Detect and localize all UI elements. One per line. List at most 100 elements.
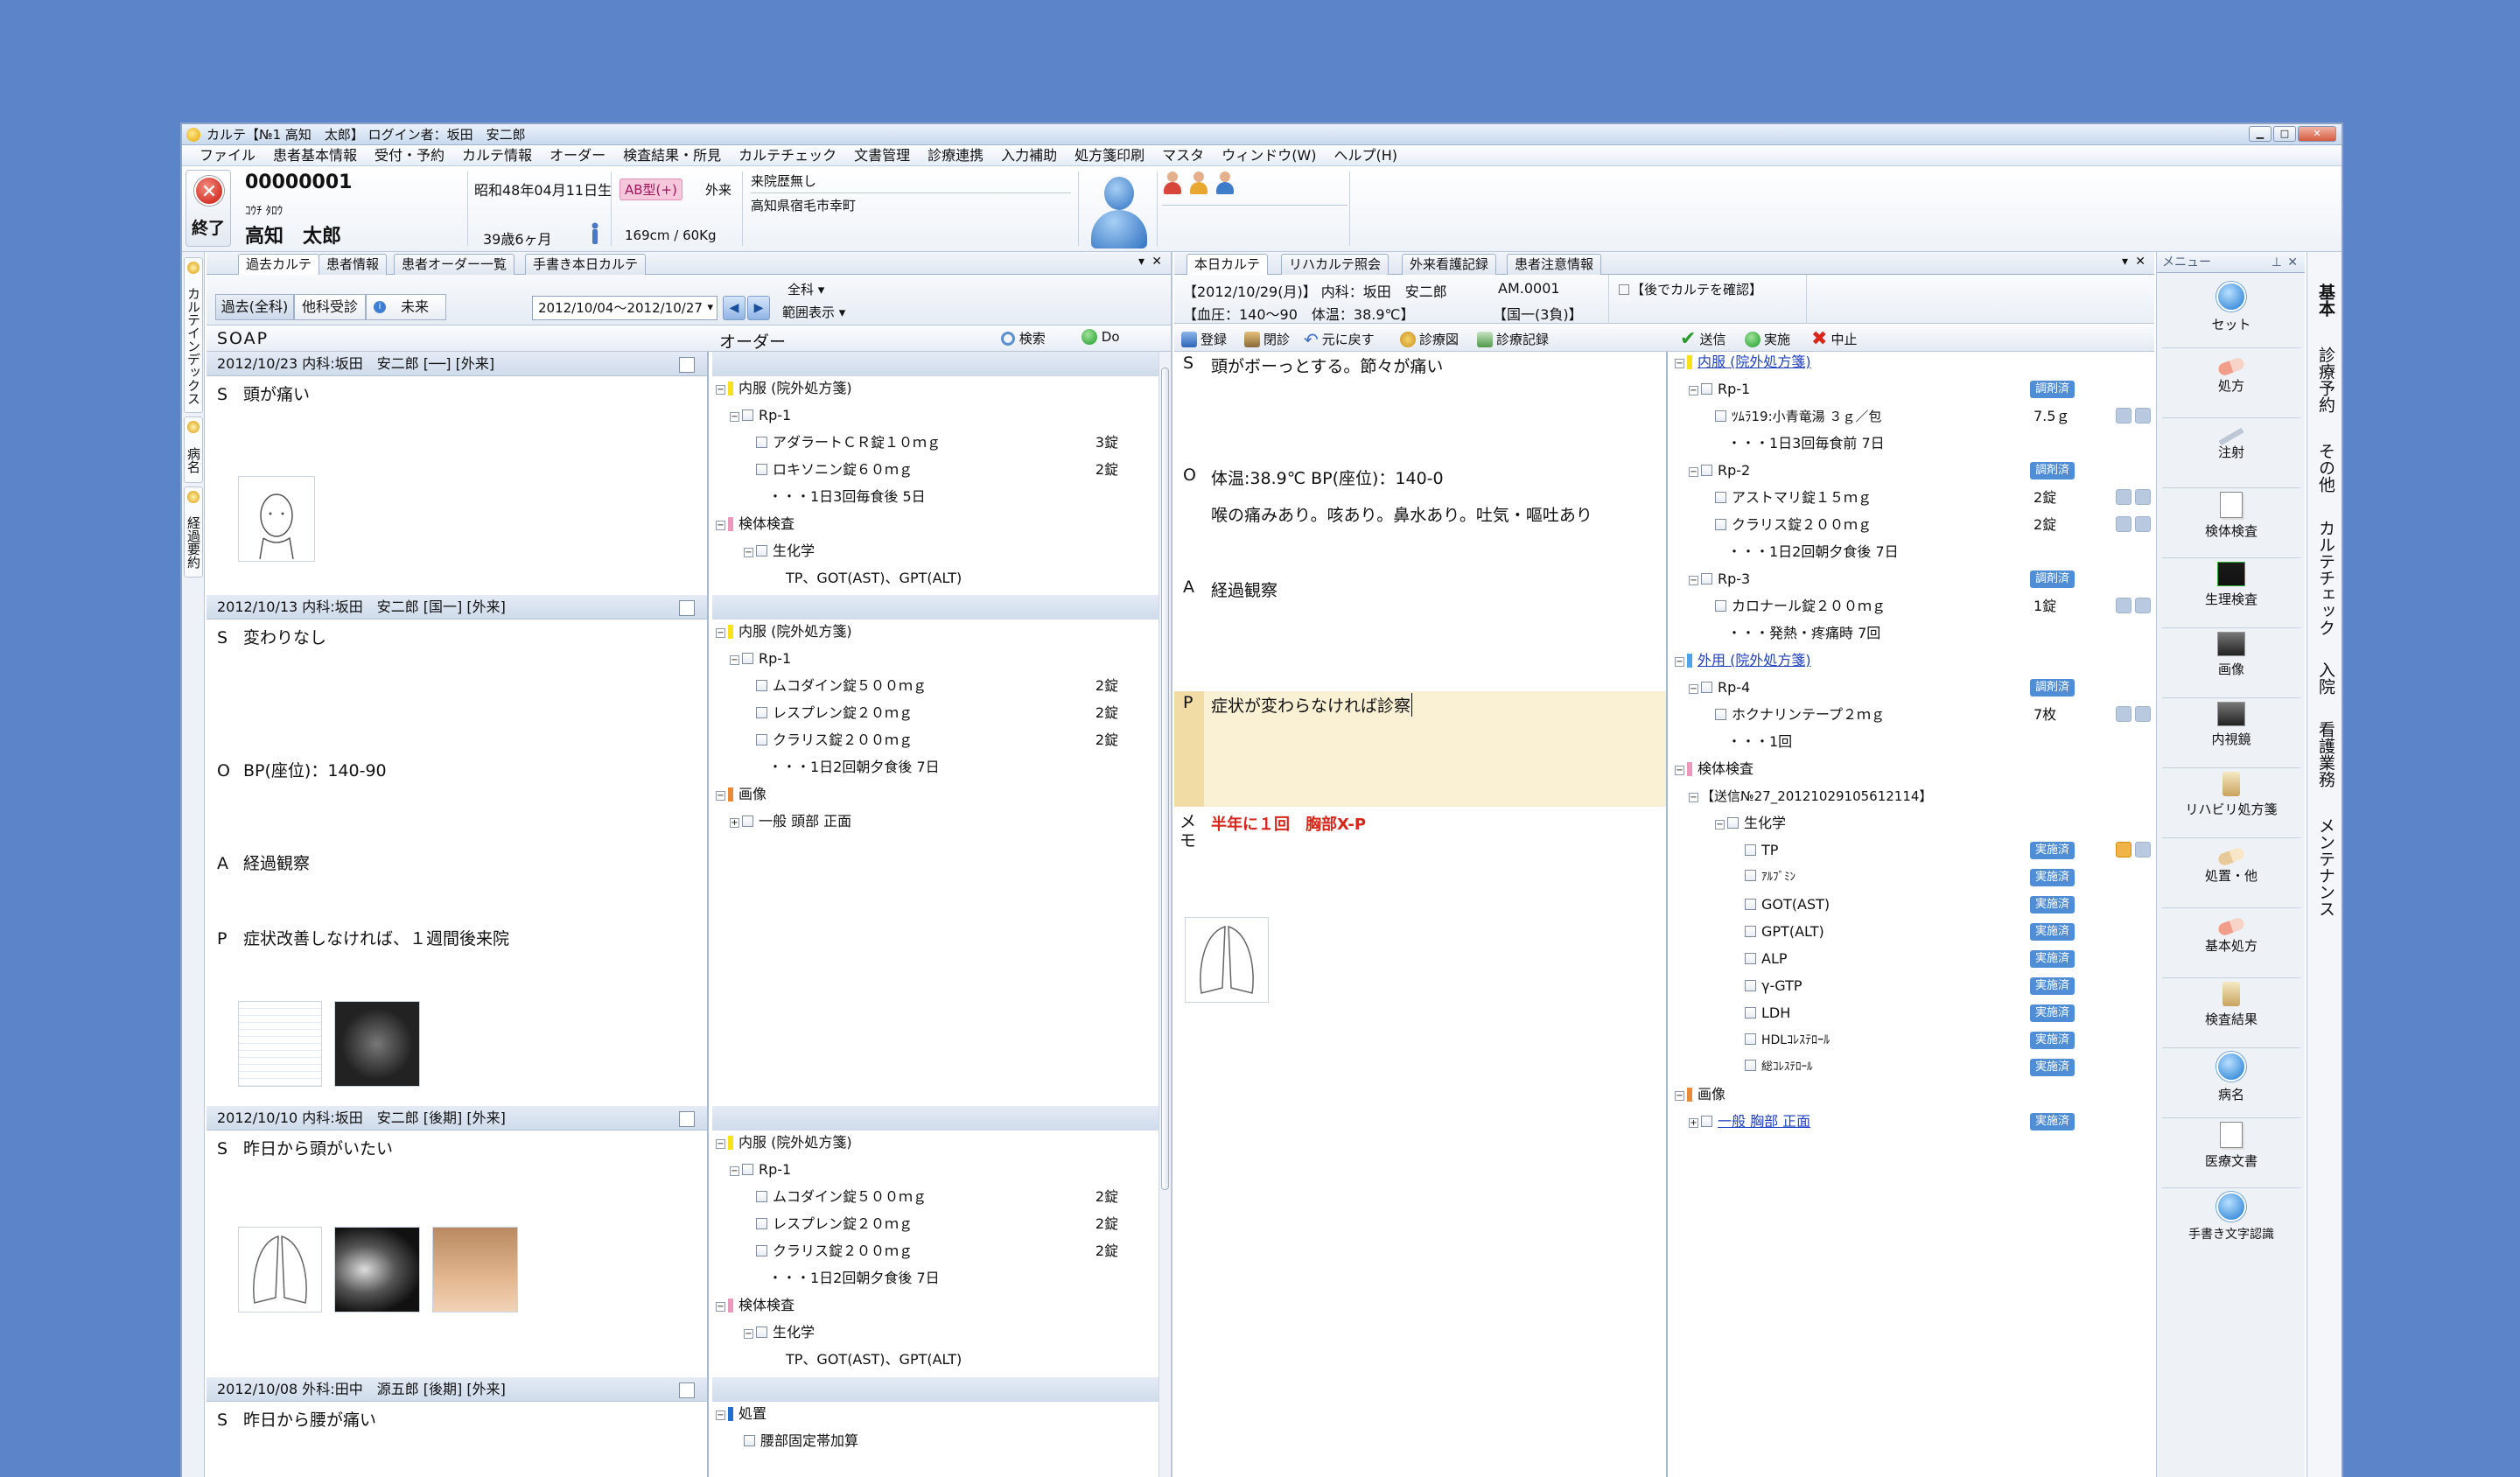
- note-icon[interactable]: [2135, 408, 2151, 424]
- order-drug[interactable]: ホクナリンテープ２ｍｇ: [1715, 706, 1885, 724]
- checkbox[interactable]: [1715, 492, 1726, 503]
- order-subcategory[interactable]: − 生化学: [744, 1324, 815, 1341]
- range-view-select[interactable]: 範囲表示 ▾: [782, 303, 845, 321]
- checkbox[interactable]: [756, 1326, 767, 1338]
- menu-medical-document[interactable]: 医療文書: [2162, 1122, 2300, 1188]
- side-tab-maintenance[interactable]: メンテナンス: [2313, 817, 2339, 917]
- checkbox[interactable]: [1745, 870, 1756, 881]
- minimize-button[interactable]: ▁: [2249, 126, 2272, 142]
- entry-header[interactable]: 2012/10/23 内科:坂田 安二郎 [──] [外来]: [206, 352, 707, 376]
- menu-disease[interactable]: 病名: [2162, 1052, 2300, 1118]
- order-category[interactable]: − 画像: [716, 786, 766, 803]
- checkbox[interactable]: [1701, 383, 1712, 395]
- strip-tab-karte-index[interactable]: カルテインデックス: [184, 257, 203, 413]
- order-drug[interactable]: 腰部固定帯加算: [744, 1432, 858, 1450]
- today-a-text[interactable]: 経過観察: [1211, 578, 1278, 601]
- side-tab-basic[interactable]: 基本: [2313, 284, 2339, 317]
- close-button[interactable]: ✕: [2298, 126, 2336, 142]
- checkbox[interactable]: [1619, 284, 1629, 295]
- menu-prescription-print[interactable]: 処方箋印刷: [1066, 145, 1153, 165]
- order-category[interactable]: − 内服 (院外処方箋): [716, 623, 852, 640]
- tab-rehab-karte[interactable]: リハカルテ照会: [1281, 254, 1390, 275]
- checkbox[interactable]: [756, 734, 767, 746]
- order-rp[interactable]: − Rp-1: [730, 407, 791, 424]
- menu-help[interactable]: ヘルプ(H): [1326, 145, 1407, 165]
- undo-button[interactable]: ↶ 元に戻す: [1304, 330, 1375, 348]
- checkbox[interactable]: [742, 410, 753, 421]
- register-button[interactable]: 登録: [1181, 330, 1227, 348]
- menu-specimen-test[interactable]: 検体検査: [2162, 492, 2300, 558]
- checkbox[interactable]: [744, 1435, 755, 1446]
- order-rp[interactable]: − Rp-1: [1689, 381, 1750, 398]
- checkbox[interactable]: [742, 1164, 753, 1175]
- checkbox[interactable]: [756, 1245, 767, 1256]
- lab-item[interactable]: TP: [1745, 842, 1778, 859]
- checkbox[interactable]: [1745, 1007, 1756, 1018]
- strip-tab-summary[interactable]: 経過要約: [184, 486, 203, 578]
- tab-past-karte[interactable]: 過去カルテ: [238, 254, 320, 276]
- menu-karte-info[interactable]: カルテ情報: [453, 145, 541, 165]
- entry-checkbox[interactable]: [679, 1111, 695, 1127]
- note-icon[interactable]: [2135, 516, 2151, 532]
- menu-procedure[interactable]: 処置・他: [2162, 842, 2300, 908]
- note-icon[interactable]: [2135, 489, 2151, 505]
- order-image-item[interactable]: + 一般 胸部 正面: [1689, 1113, 1810, 1130]
- side-tab-other[interactable]: その他: [2313, 443, 2339, 493]
- exit-button[interactable]: ✕ 終了: [186, 170, 231, 247]
- public-icon[interactable]: [2116, 706, 2132, 722]
- order-category[interactable]: − 内服 (院外処方箋): [716, 1134, 852, 1152]
- tab-patient-caution[interactable]: 患者注意情報: [1507, 254, 1602, 275]
- record-button[interactable]: 診療記録: [1477, 330, 1549, 348]
- order-drug[interactable]: クラリス錠２００ｍｇ: [1715, 516, 1872, 534]
- order-rp[interactable]: − Rp-1: [730, 1161, 791, 1179]
- checkbox[interactable]: [756, 1218, 767, 1229]
- side-tab-admission[interactable]: 入院: [2313, 662, 2339, 695]
- menu-prescription[interactable]: 処方: [2162, 352, 2300, 418]
- lab-item[interactable]: HDLｺﾚｽﾃﾛｰﾙ: [1745, 1032, 1830, 1049]
- lab-item[interactable]: ALP: [1745, 950, 1788, 968]
- order-category[interactable]: − 内服 (院外処方箋): [1675, 354, 1811, 371]
- checkbox[interactable]: [1745, 1060, 1756, 1071]
- tab-patient-info[interactable]: 患者情報: [318, 254, 388, 275]
- order-category[interactable]: − 検体検査: [1675, 760, 1754, 778]
- close-icon[interactable]: ✕: [1152, 255, 1162, 269]
- ultrasound-image[interactable]: [334, 1001, 420, 1087]
- checkbox[interactable]: [1701, 1116, 1712, 1127]
- checkbox[interactable]: [1727, 817, 1739, 829]
- today-p-text[interactable]: 症状が変わらなければ診察: [1211, 693, 1413, 717]
- public-icon[interactable]: [2116, 489, 2132, 505]
- scrollbar-thumb[interactable]: [1161, 368, 1169, 1190]
- checkbox[interactable]: [1715, 410, 1726, 422]
- order-drug[interactable]: レスプレン錠２０ｍｇ: [756, 1215, 913, 1233]
- order-category[interactable]: − 検体検査: [716, 515, 794, 533]
- next-range-button[interactable]: ▶: [747, 296, 770, 320]
- today-o-text-1[interactable]: 体温:38.9℃ BP(座位)：140-0: [1211, 466, 1444, 489]
- lung-sketch-image[interactable]: [1185, 917, 1269, 1003]
- close-icon[interactable]: ✕: [2135, 255, 2146, 269]
- checkbox[interactable]: [1745, 980, 1756, 991]
- search-button[interactable]: 検索: [1001, 329, 1046, 347]
- checkbox[interactable]: [1701, 682, 1712, 693]
- strip-tab-disease[interactable]: 病名: [184, 416, 203, 483]
- checkbox[interactable]: [742, 653, 753, 664]
- memo-text[interactable]: 半年に１回 胸部X-P: [1211, 812, 1366, 835]
- lab-item[interactable]: ｱﾙﾌﾞﾐﾝ: [1745, 869, 1796, 886]
- side-tab-nursing[interactable]: 看護業務: [2313, 721, 2339, 788]
- confirm-later-checkbox[interactable]: 【後でカルテを確認】: [1619, 280, 1762, 298]
- side-tab-appointment[interactable]: 診療予約: [2313, 346, 2339, 413]
- entry-checkbox[interactable]: [679, 1382, 695, 1398]
- filter-future[interactable]: i 未来: [366, 294, 446, 320]
- date-range-select[interactable]: 2012/10/04～2012/10/27: [532, 296, 718, 320]
- checkbox[interactable]: [756, 707, 767, 718]
- tab-patient-orders[interactable]: 患者オーダー一覧: [394, 254, 515, 275]
- order-image-item[interactable]: + 一般 頭部 正面: [730, 813, 851, 830]
- order-category[interactable]: − 検体検査: [716, 1297, 794, 1314]
- entry-header[interactable]: 2012/10/10 内科:坂田 安二郎 [後期] [外来]: [206, 1106, 707, 1130]
- order-category[interactable]: − 内服 (院外処方箋): [716, 380, 852, 397]
- order-subcategory[interactable]: − 生化学: [744, 542, 815, 560]
- menu-rehab[interactable]: リハビリ処方箋: [2162, 772, 2300, 838]
- lung-sketch-image[interactable]: [238, 1227, 322, 1312]
- menu-handwriting[interactable]: 手書き文字認識: [2162, 1192, 2300, 1258]
- checkbox[interactable]: [1701, 573, 1712, 584]
- menu-karte-check[interactable]: カルテチェック: [730, 145, 845, 165]
